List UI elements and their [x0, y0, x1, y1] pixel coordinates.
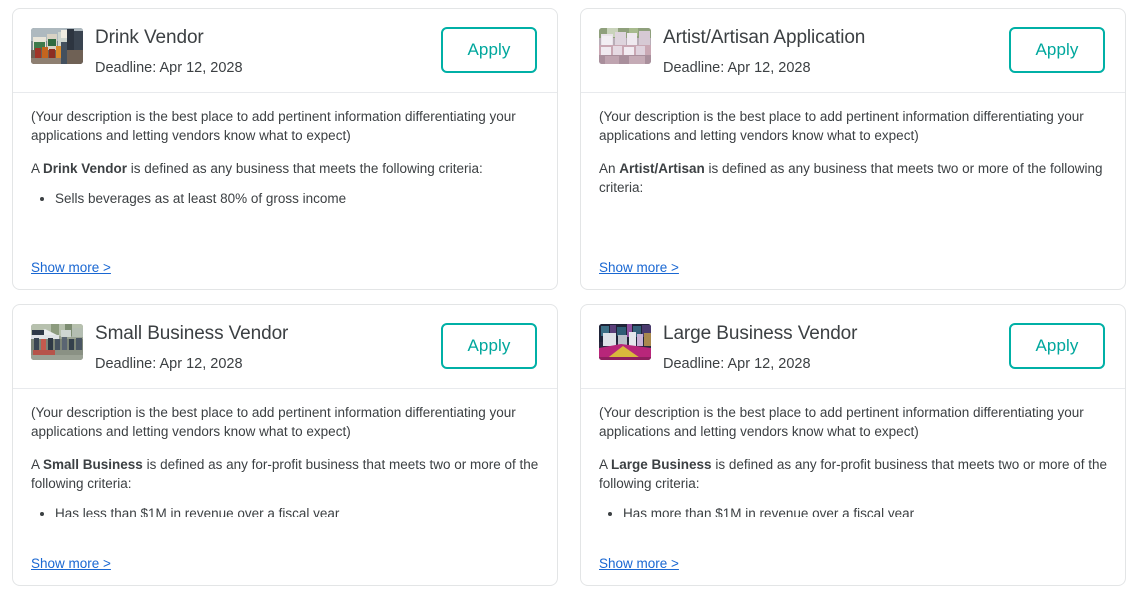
- application-cards-grid: Drink Vendor Deadline: Apr 12, 2028 Appl…: [0, 0, 1138, 594]
- application-description: (Your description is the best place to a…: [599, 109, 1084, 143]
- card-header-text: Drink Vendor Deadline: Apr 12, 2028: [95, 25, 429, 78]
- criteria-item: Has less than $1M in revenue over a fisc…: [55, 503, 539, 517]
- criteria-item: Does not sell alcohol at the event.: [55, 209, 539, 211]
- application-thumbnail-image: [31, 324, 83, 360]
- criteria-item: Has more than $1M in revenue over a fisc…: [623, 503, 1107, 517]
- criteria-list: Has less than $1M in revenue over a fisc…: [31, 503, 539, 517]
- application-deadline: Deadline: Apr 12, 2028: [663, 60, 811, 76]
- criteria-list: Sells beverages as at least 80% of gross…: [31, 188, 539, 211]
- application-card[interactable]: Artist/Artisan Application Deadline: Apr…: [580, 8, 1126, 290]
- definition-term: Small Business: [43, 457, 143, 472]
- application-description: (Your description is the best place to a…: [31, 405, 516, 439]
- application-title: Small Business Vendor: [95, 323, 289, 344]
- application-title: Drink Vendor: [95, 27, 204, 48]
- application-description: (Your description is the best place to a…: [31, 109, 516, 143]
- card-header: Small Business Vendor Deadline: Apr 12, …: [31, 321, 539, 388]
- card-body: (Your description is the best place to a…: [31, 389, 539, 517]
- criteria-item: Sells beverages as at least 80% of gross…: [55, 188, 539, 209]
- apply-button[interactable]: Apply: [441, 27, 537, 73]
- definition-prefix: A: [31, 161, 44, 176]
- definition-prefix: An: [599, 161, 620, 176]
- definition-prefix: A: [31, 457, 44, 472]
- application-thumbnail-image: [599, 28, 651, 64]
- apply-button[interactable]: Apply: [1009, 323, 1105, 369]
- application-thumbnail-image: [599, 324, 651, 360]
- criteria-list: Creates a product themself Does not drop…: [599, 207, 1107, 211]
- definition-term: Large Business: [611, 457, 712, 472]
- definition-line: A Small Business is defined as any for-p…: [31, 455, 539, 493]
- application-card[interactable]: Drink Vendor Deadline: Apr 12, 2028 Appl…: [12, 8, 558, 290]
- application-title: Large Business Vendor: [663, 323, 858, 344]
- card-header: Artist/Artisan Application Deadline: Apr…: [599, 25, 1107, 92]
- card-header-text: Large Business Vendor Deadline: Apr 12, …: [663, 321, 997, 374]
- definition-term: Drink Vendor: [43, 161, 128, 176]
- definition-suffix: is defined as any business that meets th…: [127, 161, 483, 176]
- definition-line: A Drink Vendor is defined as any busines…: [31, 159, 539, 178]
- apply-button[interactable]: Apply: [1009, 27, 1105, 73]
- criteria-list: Has more than $1M in revenue over a fisc…: [599, 503, 1107, 517]
- application-description: (Your description is the best place to a…: [599, 405, 1084, 439]
- definition-prefix: A: [599, 457, 612, 472]
- application-card[interactable]: Small Business Vendor Deadline: Apr 12, …: [12, 304, 558, 586]
- definition-term: Artist/Artisan: [619, 161, 705, 176]
- application-deadline: Deadline: Apr 12, 2028: [95, 356, 243, 372]
- card-header: Drink Vendor Deadline: Apr 12, 2028 Appl…: [31, 25, 539, 92]
- application-thumbnail-image: [31, 28, 83, 64]
- show-more-link[interactable]: Show more >: [31, 553, 117, 573]
- application-title: Artist/Artisan Application: [663, 27, 866, 48]
- card-body: (Your description is the best place to a…: [31, 93, 539, 211]
- application-card[interactable]: Large Business Vendor Deadline: Apr 12, …: [580, 304, 1126, 586]
- card-body: (Your description is the best place to a…: [599, 389, 1107, 517]
- card-header-text: Artist/Artisan Application Deadline: Apr…: [663, 25, 997, 78]
- show-more-link[interactable]: Show more >: [599, 257, 685, 277]
- show-more-link[interactable]: Show more >: [31, 257, 117, 277]
- card-body: (Your description is the best place to a…: [599, 93, 1107, 211]
- application-deadline: Deadline: Apr 12, 2028: [663, 356, 811, 372]
- definition-line: A Large Business is defined as any for-p…: [599, 455, 1107, 493]
- apply-button[interactable]: Apply: [441, 323, 537, 369]
- card-header: Large Business Vendor Deadline: Apr 12, …: [599, 321, 1107, 388]
- card-header-text: Small Business Vendor Deadline: Apr 12, …: [95, 321, 429, 374]
- criteria-item: Creates a product themself: [623, 207, 1107, 211]
- definition-line: An Artist/Artisan is defined as any busi…: [599, 159, 1107, 197]
- application-deadline: Deadline: Apr 12, 2028: [95, 60, 243, 76]
- show-more-link[interactable]: Show more >: [599, 553, 685, 573]
